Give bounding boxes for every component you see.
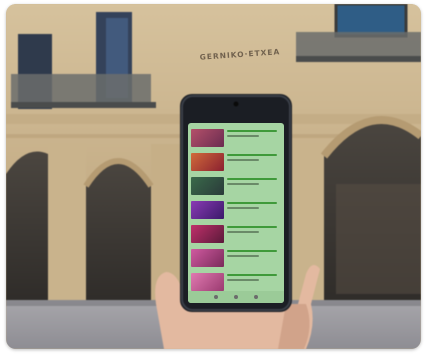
video-thumbnail (191, 225, 224, 243)
video-thumbnail (191, 153, 224, 171)
phone-screen (188, 123, 284, 303)
item-meta-line (227, 279, 259, 281)
list-item (188, 151, 284, 173)
item-meta-line (227, 135, 259, 137)
window-right (336, 4, 406, 36)
item-meta-line (227, 207, 259, 209)
item-meta-line (227, 159, 259, 161)
balcony-left (11, 74, 151, 104)
pillar-left (48, 144, 86, 304)
video-thumbnail (191, 129, 224, 147)
phone-camera (233, 101, 239, 107)
list-item (188, 199, 284, 221)
item-title-line (227, 226, 277, 228)
balcony-right-base (296, 56, 421, 62)
arch-right-stones (336, 184, 421, 294)
balcony-right (296, 32, 421, 58)
list-item (188, 271, 284, 293)
list-item (188, 247, 284, 269)
item-title-line (227, 250, 277, 252)
nav-recent-icon (254, 295, 258, 299)
item-title-line (227, 154, 277, 156)
photo-frame: GERNIKO·ETXEA (6, 4, 421, 349)
nav-home-icon (234, 295, 238, 299)
list-item (188, 223, 284, 245)
item-title-line (227, 202, 277, 204)
list-item (188, 175, 284, 197)
balcony-left-base (11, 102, 156, 108)
arch-center-left (86, 159, 151, 304)
phone-nav-bar (188, 291, 284, 303)
item-title-line (227, 178, 277, 180)
item-title-line (227, 130, 277, 132)
list-item (188, 127, 284, 149)
video-thumbnail (191, 249, 224, 267)
nav-back-icon (214, 295, 218, 299)
arch-left (6, 151, 48, 304)
video-thumbnail (191, 177, 224, 195)
item-meta-line (227, 255, 259, 257)
item-meta-line (227, 231, 259, 233)
video-thumbnail (191, 273, 224, 291)
item-meta-line (227, 183, 259, 185)
video-thumbnail (191, 201, 224, 219)
item-title-line (227, 274, 277, 276)
